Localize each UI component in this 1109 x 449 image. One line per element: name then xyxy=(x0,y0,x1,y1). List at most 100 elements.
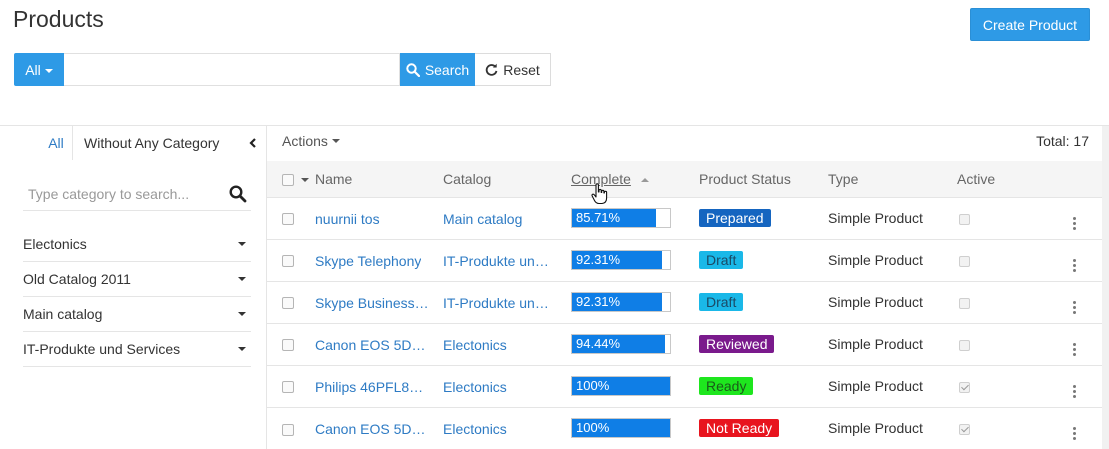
completeness-value: 85.71% xyxy=(576,210,621,225)
completeness-value: 100% xyxy=(576,420,610,436)
product-type: Simple Product xyxy=(828,210,923,226)
active-checkbox xyxy=(959,424,970,436)
completeness-bar: 92.31% xyxy=(571,250,671,270)
active-checkbox xyxy=(959,297,970,309)
column-header-status[interactable]: Product Status xyxy=(699,161,828,197)
row-actions-kebab-icon[interactable] xyxy=(1073,300,1076,314)
status-badge: Not Ready xyxy=(699,419,780,438)
catalog-link[interactable]: Main catalog xyxy=(443,211,522,227)
completeness-bar: 94.44% xyxy=(571,334,671,354)
completeness-value: 92.31% xyxy=(576,252,621,267)
total-count: Total: 17 xyxy=(1036,133,1089,149)
reset-button[interactable]: Reset xyxy=(475,53,551,86)
status-badge: Ready xyxy=(699,377,754,395)
page-title: Products xyxy=(13,6,104,32)
caret-down-icon[interactable] xyxy=(300,178,309,183)
search-button[interactable]: Search xyxy=(400,53,475,86)
row-checkbox[interactable] xyxy=(282,339,294,352)
row-checkbox[interactable] xyxy=(282,297,294,310)
column-header-active[interactable]: Active xyxy=(957,161,1073,197)
row-actions-kebab-icon[interactable] xyxy=(1073,216,1076,230)
status-badge: Draft xyxy=(699,251,744,269)
products-table: Name Catalog Complete Product Status Typ… xyxy=(267,161,1103,449)
category-item-label: Old Catalog 2011 xyxy=(23,271,131,287)
category-item-it-produkte[interactable]: IT-Produkte und Services xyxy=(23,332,251,367)
completeness-bar: 100% xyxy=(571,376,671,396)
product-type: Simple Product xyxy=(828,252,923,268)
row-actions-kebab-icon[interactable] xyxy=(1073,258,1076,272)
scrollbar[interactable] xyxy=(1102,126,1109,449)
search-bar: All Search Reset xyxy=(14,53,551,86)
chevron-left-icon[interactable] xyxy=(246,135,260,151)
product-name-link[interactable]: Canon EOS 5D Mark II xyxy=(315,421,429,437)
actions-dropdown[interactable]: Actions xyxy=(282,133,340,149)
category-search-input[interactable] xyxy=(23,185,223,202)
search-filter-dropdown[interactable]: All xyxy=(14,53,64,86)
completeness-value: 94.44% xyxy=(576,336,621,351)
category-list: Electonics Old Catalog 2011 Main catalog… xyxy=(23,227,251,367)
tab-all-categories[interactable]: All xyxy=(40,126,73,160)
create-product-button[interactable]: Create Product xyxy=(970,8,1090,41)
category-item-electonics[interactable]: Electonics xyxy=(23,227,251,262)
status-badge: Prepared xyxy=(699,209,771,227)
table-row[interactable]: Skype Telephony IT-Produkte und Services 9… xyxy=(267,238,1103,281)
active-checkbox xyxy=(959,255,970,267)
catalog-link[interactable]: IT-Produkte und Services xyxy=(443,295,555,311)
catalog-link[interactable]: Electonics xyxy=(443,337,507,353)
status-badge: Reviewed xyxy=(699,335,775,353)
search-icon[interactable] xyxy=(229,185,247,203)
product-name-link[interactable]: Skype Business Voice xyxy=(315,295,429,311)
category-item-label: IT-Produkte und Services xyxy=(23,341,181,357)
category-item-old-catalog-2011[interactable]: Old Catalog 2011 xyxy=(23,262,251,297)
product-name-link[interactable]: Philips 46PFL8008S xyxy=(315,379,429,395)
category-panel: All Without Any Category Electonics Old … xyxy=(0,125,266,449)
search-icon xyxy=(406,62,420,77)
product-name-link[interactable]: Skype Telephony xyxy=(315,253,421,269)
select-all-checkbox[interactable] xyxy=(282,174,294,187)
caret-down-icon xyxy=(238,277,246,281)
product-type: Simple Product xyxy=(828,420,923,437)
category-search xyxy=(23,177,251,211)
row-checkbox[interactable] xyxy=(282,423,294,436)
product-type: Simple Product xyxy=(828,294,923,310)
completeness-value: 92.31% xyxy=(576,294,621,309)
row-actions-kebab-icon[interactable] xyxy=(1073,384,1076,398)
row-actions-kebab-icon[interactable] xyxy=(1073,426,1076,440)
table-row[interactable]: Canon EOS 5D Mark II Electonics 100% Not Re… xyxy=(267,406,1103,449)
table-row[interactable]: Philips 46PFL8008S Electonics 100% Ready Sim… xyxy=(267,364,1103,407)
active-checkbox xyxy=(959,381,970,393)
catalog-link[interactable]: IT-Produkte und Services xyxy=(443,253,555,269)
column-header-type[interactable]: Type xyxy=(828,161,957,197)
active-checkbox xyxy=(959,339,970,351)
catalog-link[interactable]: Electonics xyxy=(443,421,507,437)
product-type: Simple Product xyxy=(828,336,923,352)
search-input[interactable] xyxy=(64,53,400,86)
column-header-name[interactable]: Name xyxy=(315,161,443,197)
reset-button-label: Reset xyxy=(503,61,540,78)
completeness-bar: 92.31% xyxy=(571,292,671,312)
category-item-main-catalog[interactable]: Main catalog xyxy=(23,297,251,332)
table-row[interactable]: Skype Business Voice IT-Produkte und Serv… xyxy=(267,280,1103,323)
table-row[interactable]: Canon EOS 5D Mark III Electonics 94.44% Rev… xyxy=(267,322,1103,365)
status-badge: Draft xyxy=(699,293,744,311)
table-row[interactable]: nuurnii tos Main catalog 85.71% Prepared Sim… xyxy=(267,196,1103,239)
row-checkbox[interactable] xyxy=(282,255,294,268)
product-grid: Actions Total: 17 Name Catalog Complete … xyxy=(266,125,1109,449)
catalog-link[interactable]: Electonics xyxy=(443,379,507,395)
search-button-label: Search xyxy=(424,61,470,78)
caret-down-icon xyxy=(44,68,53,73)
caret-down-icon xyxy=(331,139,340,143)
caret-down-icon xyxy=(238,242,246,246)
tab-without-category[interactable]: Without Any Category xyxy=(84,126,219,160)
product-name-link[interactable]: nuurnii tos xyxy=(315,211,380,227)
column-header-catalog[interactable]: Catalog xyxy=(443,161,571,197)
category-tabs: All Without Any Category xyxy=(0,126,266,160)
sort-ascending-icon xyxy=(640,178,649,183)
refresh-icon xyxy=(485,63,498,76)
actions-label: Actions xyxy=(282,133,328,149)
row-checkbox[interactable] xyxy=(282,213,294,226)
product-type: Simple Product xyxy=(828,378,923,394)
product-name-link[interactable]: Canon EOS 5D Mark III xyxy=(315,337,429,353)
row-checkbox[interactable] xyxy=(282,381,294,394)
row-actions-kebab-icon[interactable] xyxy=(1073,342,1076,356)
